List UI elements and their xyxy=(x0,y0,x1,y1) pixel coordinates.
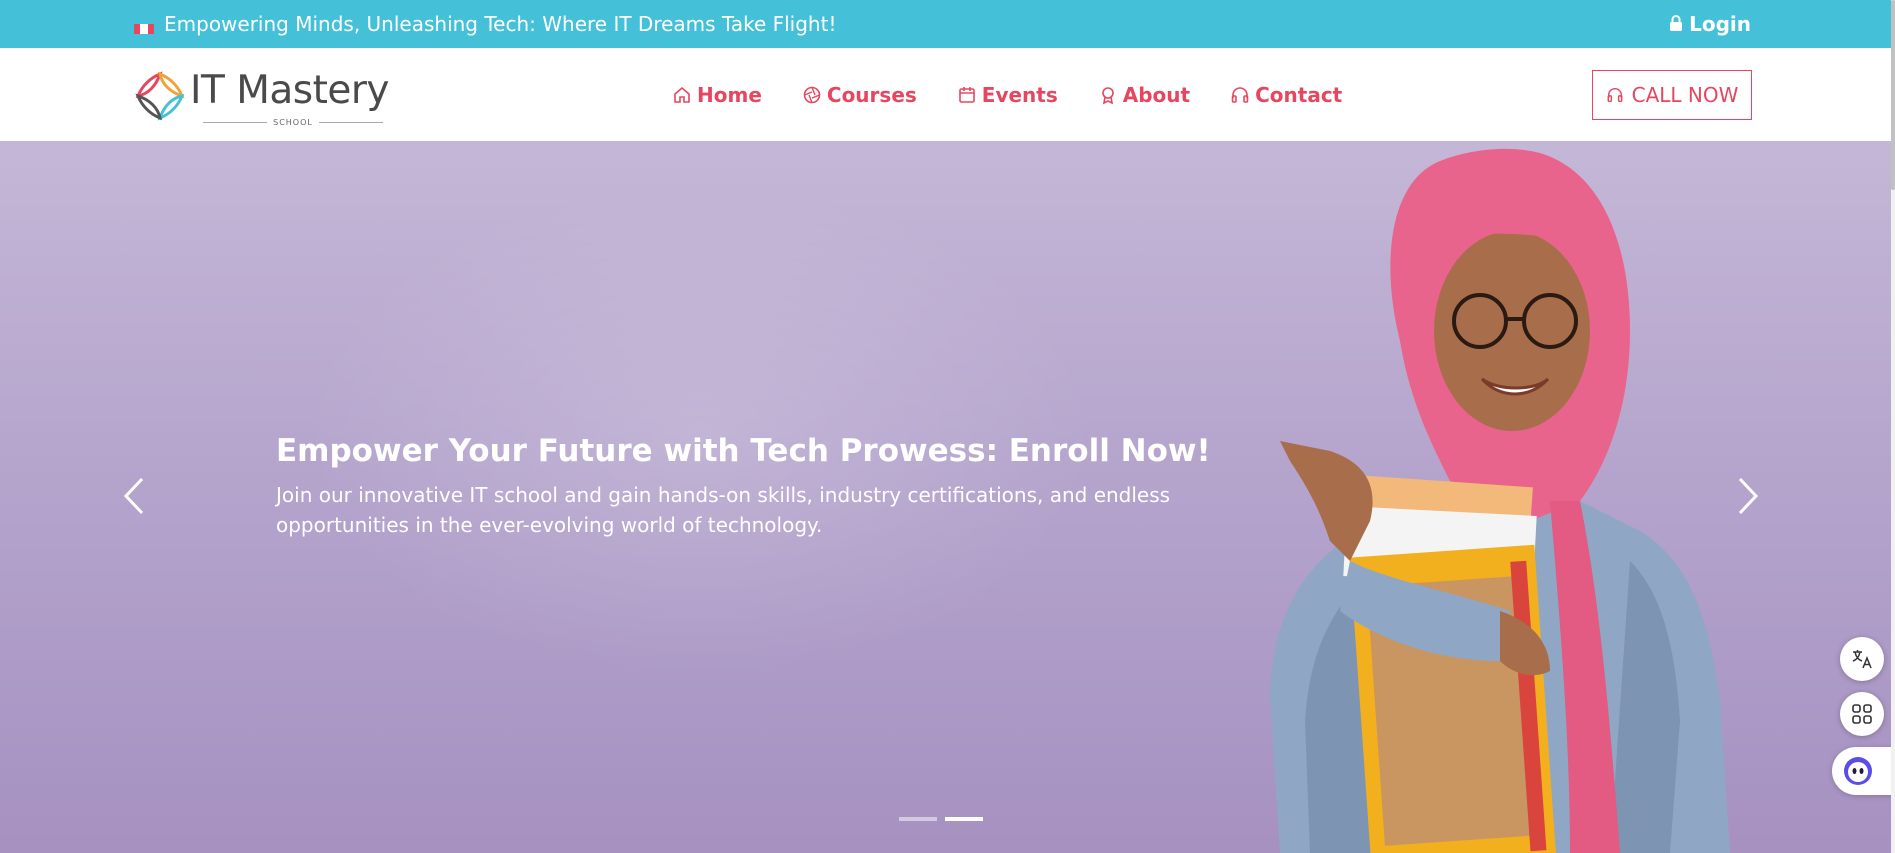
page-scrollbar[interactable] xyxy=(1891,0,1895,853)
calendar-icon xyxy=(958,86,975,103)
call-now-button[interactable]: CALL NOW xyxy=(1592,70,1752,120)
carousel-prev-button[interactable] xyxy=(114,471,154,521)
chevron-right-icon xyxy=(1738,477,1759,515)
scrollbar-thumb[interactable] xyxy=(1891,0,1895,190)
nav-about[interactable]: About xyxy=(1098,83,1190,107)
carousel-indicators xyxy=(899,817,983,821)
carousel-indicator-2[interactable] xyxy=(945,817,983,821)
announcement: Empowering Minds, Unleashing Tech: Where… xyxy=(134,0,836,48)
translate-icon xyxy=(1852,650,1872,669)
assistant-icon xyxy=(1844,757,1872,785)
assistant-widget-button[interactable] xyxy=(1832,747,1895,795)
nav-events[interactable]: Events xyxy=(957,83,1058,107)
nav-contact-label: Contact xyxy=(1255,82,1343,107)
hero-student-image xyxy=(1270,148,1730,853)
logo-subtitle: SCHOOL xyxy=(190,118,396,127)
announcement-text: Empowering Minds, Unleashing Tech: Where… xyxy=(164,12,837,36)
hero-background-glow xyxy=(300,181,1100,681)
chevron-left-icon xyxy=(123,477,144,515)
nav-courses[interactable]: Courses xyxy=(802,83,917,107)
megaphone-icon xyxy=(134,17,154,34)
site-logo[interactable]: IT Mastery SCHOOL xyxy=(132,64,396,128)
headphones-icon xyxy=(1231,86,1249,103)
award-icon xyxy=(1101,86,1114,104)
apps-widget-button[interactable] xyxy=(1840,692,1884,736)
site-header: IT Mastery SCHOOL Home Courses Events Ab… xyxy=(0,48,1895,141)
nav-contact[interactable]: Contact xyxy=(1230,83,1342,107)
main-nav: Home Courses Events About Contact xyxy=(672,48,1342,141)
nav-courses-label: Courses xyxy=(826,82,917,107)
nav-home-label: Home xyxy=(697,82,762,107)
nav-events-label: Events xyxy=(981,82,1058,107)
hero-title: Empower Your Future with Tech Prowess: E… xyxy=(276,433,1211,469)
logo-mark-icon xyxy=(135,71,185,121)
login-label: Login xyxy=(1689,12,1751,36)
carousel-indicator-1[interactable] xyxy=(899,817,937,821)
aperture-icon xyxy=(803,86,821,103)
top-announcement-bar: Empowering Minds, Unleashing Tech: Where… xyxy=(0,0,1895,48)
home-icon xyxy=(674,86,690,103)
nav-home[interactable]: Home xyxy=(672,83,762,107)
translate-widget-button[interactable] xyxy=(1840,637,1884,681)
carousel-next-button[interactable] xyxy=(1728,471,1768,521)
apps-grid-icon xyxy=(1852,704,1872,724)
logo-title: IT Mastery xyxy=(190,68,390,113)
login-link[interactable]: Login xyxy=(1669,0,1751,48)
hero-description: Join our innovative IT school and gain h… xyxy=(276,483,1171,537)
hero-carousel: Empower Your Future with Tech Prowess: E… xyxy=(0,141,1895,853)
headphones-icon xyxy=(1607,87,1623,103)
nav-about-label: About xyxy=(1122,82,1191,107)
call-now-label: CALL NOW xyxy=(1631,83,1739,107)
lock-icon xyxy=(1669,12,1689,36)
